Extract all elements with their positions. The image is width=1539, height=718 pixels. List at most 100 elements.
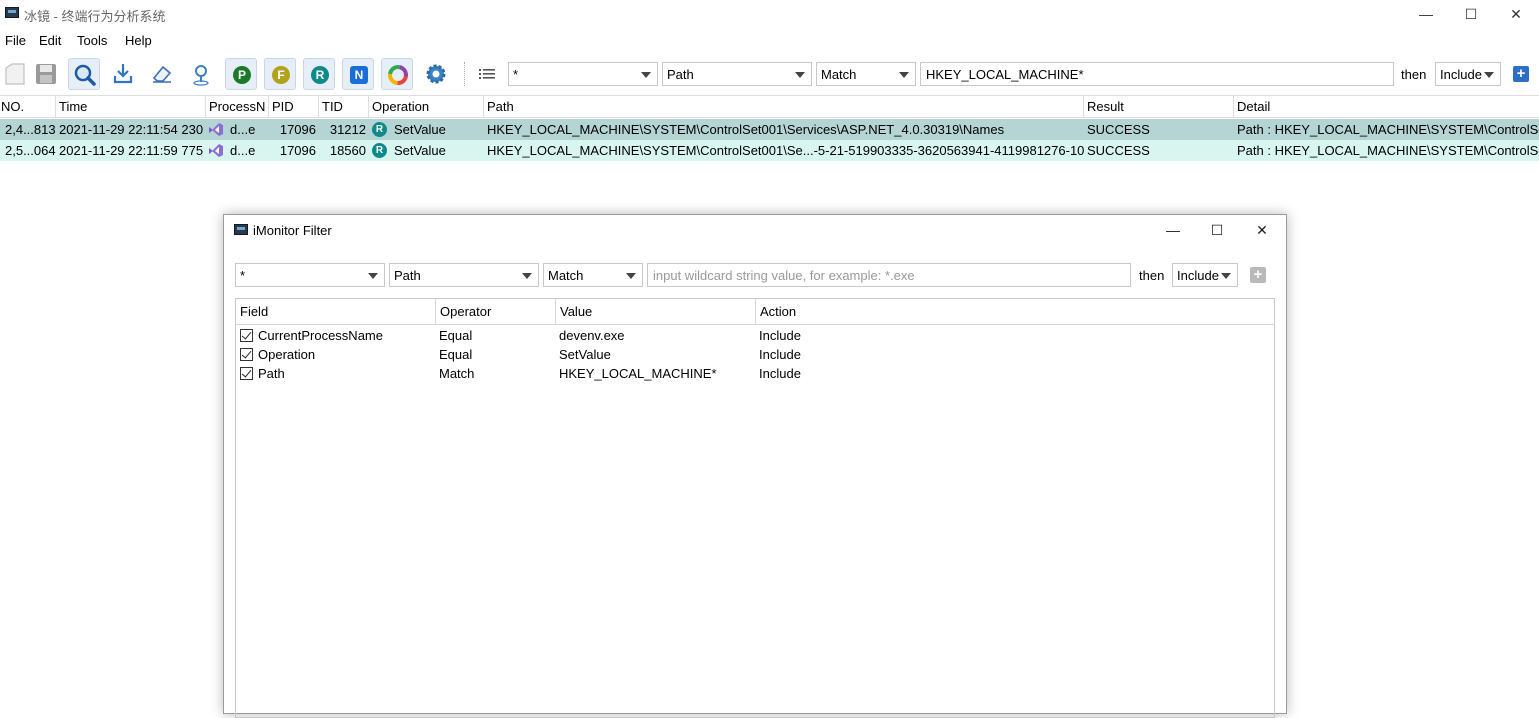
registry-op-icon: R: [372, 122, 387, 137]
cell-operation: SetValue: [394, 122, 446, 137]
table-row[interactable]: 2,4...813 2021-11-29 22:11:54 230 d...e …: [0, 119, 1539, 140]
cell-result: SUCCESS: [1087, 122, 1150, 137]
process-filter-button[interactable]: P: [225, 58, 257, 90]
rule-action: Include: [759, 328, 801, 343]
operator-select[interactable]: Match: [816, 62, 916, 86]
event-grid-header: NO. Time ProcessN PID TID Operation Path…: [0, 95, 1539, 118]
filter-rule-row[interactable]: Path Match HKEY_LOCAL_MACHINE* Include: [236, 364, 1274, 383]
col-no[interactable]: NO.: [0, 96, 56, 118]
filter-value-input[interactable]: HKEY_LOCAL_MACHINE*: [920, 62, 1394, 86]
chevron-down-icon: [368, 273, 378, 279]
window-title: 冰镜 - 终端行为分析系统: [24, 9, 166, 24]
col-pid[interactable]: PID: [269, 96, 319, 118]
cell-result: SUCCESS: [1087, 143, 1150, 158]
col-action[interactable]: Action: [756, 299, 1274, 324]
network-filter-icon: N: [350, 66, 368, 84]
dialog-maximize-button[interactable]: ☐: [1195, 217, 1239, 243]
toolbar-separator: [464, 62, 465, 86]
close-button[interactable]: ✕: [1493, 0, 1539, 28]
rule-field: CurrentProcessName: [258, 328, 383, 343]
col-result[interactable]: Result: [1084, 96, 1234, 118]
menu-file[interactable]: File: [5, 33, 26, 48]
maximize-button[interactable]: ☐: [1448, 0, 1494, 28]
dialog-action-select[interactable]: Include: [1172, 263, 1238, 287]
rule-checkbox[interactable]: [240, 367, 253, 380]
rule-checkbox[interactable]: [240, 329, 253, 342]
dialog-operator-value: Match: [548, 268, 584, 283]
registry-filter-button[interactable]: R: [303, 58, 335, 90]
chevron-down-icon: [899, 72, 909, 78]
dialog-field-select[interactable]: Path: [389, 263, 539, 287]
color-wheel-icon: [388, 65, 408, 85]
title-bar: 冰镜 - 终端行为分析系统 — ☐ ✕: [0, 0, 1539, 28]
cell-pid: 17096: [279, 122, 316, 137]
dialog-close-button[interactable]: ✕: [1240, 217, 1284, 243]
cell-pid: 17096: [279, 143, 316, 158]
menu-help[interactable]: Help: [125, 33, 152, 48]
chevron-down-icon: [522, 273, 532, 279]
dialog-title: iMonitor Filter: [253, 223, 332, 238]
dialog-operator-select[interactable]: Match: [543, 263, 643, 287]
eraser-icon[interactable]: [146, 58, 178, 90]
cell-path: HKEY_LOCAL_MACHINE\SYSTEM\ControlSet001\…: [487, 143, 1084, 158]
filter-rule-row[interactable]: Operation Equal SetValue Include: [236, 345, 1274, 364]
table-row[interactable]: 2,5...064 2021-11-29 22:11:59 775 d...e …: [0, 140, 1539, 161]
toolbar: P F R N * Path Match HKEY_LOCAL_MACHINE*: [0, 56, 1539, 92]
field-value: Path: [667, 67, 694, 82]
field-select[interactable]: Path: [662, 62, 812, 86]
dialog-add-button[interactable]: +: [1250, 267, 1266, 283]
col-field[interactable]: Field: [236, 299, 436, 324]
col-detail[interactable]: Detail: [1234, 96, 1539, 118]
rule-operator: Match: [439, 366, 475, 381]
col-operation[interactable]: Operation: [369, 96, 484, 118]
chevron-down-icon: [1484, 72, 1494, 78]
download-icon[interactable]: [107, 58, 139, 90]
cell-detail: Path : HKEY_LOCAL_MACHINE\SYSTEM\Control…: [1237, 122, 1539, 137]
dialog-minimize-button[interactable]: —: [1151, 217, 1195, 243]
cell-operation: SetValue: [394, 143, 446, 158]
dialog-then-label: then: [1139, 268, 1165, 283]
rule-operator: Equal: [439, 347, 473, 362]
operator-value: Match: [821, 67, 857, 82]
cell-no: 2,4...813: [5, 122, 56, 137]
col-tid[interactable]: TID: [319, 96, 369, 118]
filter-value-text: HKEY_LOCAL_MACHINE*: [926, 67, 1084, 82]
visual-studio-icon: [209, 144, 223, 157]
chevron-down-icon: [1221, 273, 1231, 279]
rule-checkbox[interactable]: [240, 348, 253, 361]
action-select[interactable]: Include: [1435, 62, 1501, 86]
menu-edit[interactable]: Edit: [39, 33, 61, 48]
col-time[interactable]: Time: [56, 96, 206, 118]
cell-tid: 18560: [329, 143, 366, 158]
cell-time: 2021-11-29 22:11:54 230: [59, 122, 204, 137]
scope-select[interactable]: *: [508, 62, 658, 86]
filter-rule-row[interactable]: CurrentProcessName Equal devenv.exe Incl…: [236, 326, 1274, 345]
dialog-app-icon: [234, 224, 248, 235]
registry-filter-icon: R: [311, 66, 329, 84]
action-value: Include: [1440, 67, 1482, 82]
col-path[interactable]: Path: [484, 96, 1084, 118]
scope-value: *: [513, 67, 519, 82]
rule-action: Include: [759, 347, 801, 362]
location-pin-icon[interactable]: [185, 58, 217, 90]
new-icon[interactable]: [0, 58, 32, 90]
dialog-scope-select[interactable]: *: [235, 263, 385, 287]
save-icon[interactable]: [30, 58, 62, 90]
add-filter-button[interactable]: +: [1513, 66, 1529, 82]
file-filter-button[interactable]: F: [264, 58, 296, 90]
filter-rules-table: Field Operator Value Action CurrentProce…: [235, 298, 1275, 718]
col-operator[interactable]: Operator: [436, 299, 556, 324]
menu-tools[interactable]: Tools: [77, 33, 107, 48]
dialog-value-placeholder: input wildcard string value, for example…: [653, 268, 915, 283]
settings-icon[interactable]: [420, 58, 452, 90]
minimize-button[interactable]: —: [1403, 0, 1449, 28]
color-wheel-button[interactable]: [381, 58, 413, 90]
col-value[interactable]: Value: [556, 299, 756, 324]
cell-time: 2021-11-29 22:11:59 775: [59, 143, 204, 158]
chevron-down-icon: [795, 72, 805, 78]
network-filter-button[interactable]: N: [342, 58, 374, 90]
dialog-value-input[interactable]: input wildcard string value, for example…: [647, 263, 1131, 287]
col-process[interactable]: ProcessN: [206, 96, 269, 118]
list-icon[interactable]: [471, 58, 503, 90]
search-icon[interactable]: [68, 58, 100, 90]
